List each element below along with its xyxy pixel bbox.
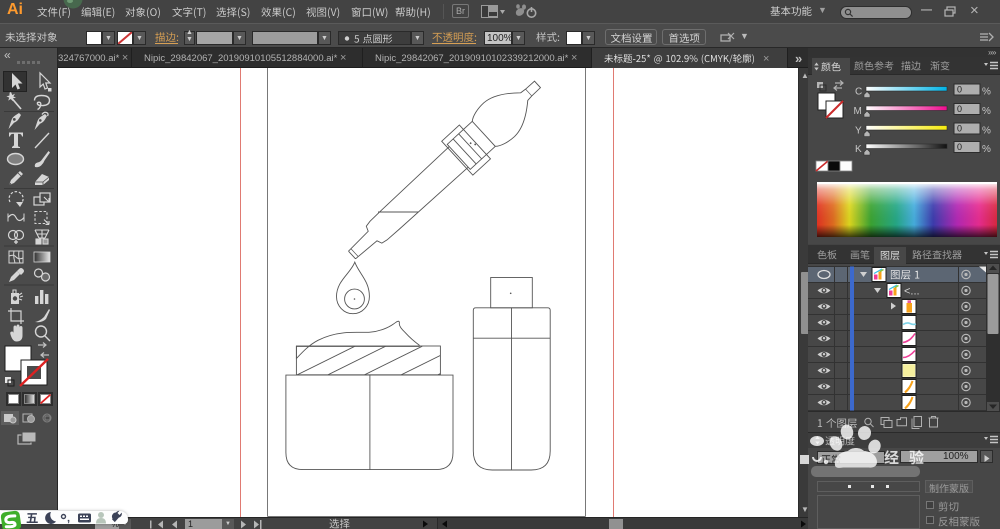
svg-text:%: %: [982, 144, 991, 155]
svg-text:K: K: [855, 144, 862, 155]
svg-text:0: 0: [957, 85, 962, 95]
svg-text:0: 0: [957, 124, 962, 134]
svg-text:<...: <...: [904, 286, 920, 298]
svg-text:%: %: [982, 106, 991, 117]
svg-text:%: %: [982, 126, 991, 137]
svg-text:×: ×: [763, 53, 769, 65]
svg-text:%: %: [982, 87, 991, 98]
svg-text:Y: Y: [855, 126, 862, 137]
svg-text:0: 0: [957, 104, 962, 114]
svg-text:,: ,: [67, 513, 70, 525]
svg-text:M: M: [854, 106, 862, 117]
svg-text:0: 0: [957, 142, 962, 152]
svg-text:C: C: [855, 87, 862, 98]
